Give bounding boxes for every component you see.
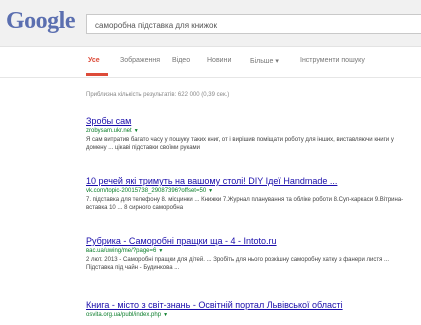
- caret-down-icon[interactable]: ▼: [134, 128, 139, 134]
- search-tabs: Усе Зображення Відео Новини Більше ▾ Інс…: [0, 47, 421, 78]
- search-result: Рубрика - Саморобні пращки ща - 4 - Into…: [86, 236, 416, 272]
- caret-down-icon[interactable]: ▼: [163, 312, 168, 318]
- result-url: osvita.org.ua/publ/index.php ▼: [86, 311, 416, 320]
- search-input[interactable]: [87, 16, 421, 35]
- result-snippet: Я сам витратив багато часу у пошуку таки…: [86, 137, 394, 151]
- search-result: Зробы сам zrobysam.ukr.net ▼ Я сам витрат…: [86, 116, 416, 152]
- result-url: вас.ua/uwing/me/?page=6 ▼: [86, 247, 416, 256]
- result-stats: Приблизна кількість результатів: 622 000…: [86, 92, 230, 98]
- result-url: zrobysam.ukr.net ▼: [86, 127, 416, 136]
- result-snippet: 2 лют. 2013 - Саморобні пращки для дітей…: [86, 257, 390, 271]
- tab-more[interactable]: Більше ▾: [250, 57, 279, 65]
- result-title-link[interactable]: 10 речей які тримуть на вашому столі! DI…: [86, 176, 416, 187]
- tab-video[interactable]: Відео: [172, 57, 190, 64]
- tab-all[interactable]: Усе: [88, 57, 100, 64]
- search-result: 10 речей які тримуть на вашому столі! DI…: [86, 176, 416, 212]
- search-box[interactable]: [86, 14, 421, 35]
- result-url-text: osvita.org.ua/publ/index.php: [86, 312, 162, 318]
- search-result: Книга - місто з світ-знань - Освітній по…: [86, 300, 416, 320]
- caret-down-icon[interactable]: ▼: [208, 188, 213, 194]
- result-url-text: вас.ua/uwing/me/?page=6: [86, 248, 157, 254]
- result-title-link[interactable]: Рубрика - Саморобні пращки ща - 4 - Into…: [86, 236, 416, 247]
- tab-search-tools[interactable]: Інструменти пошуку: [300, 57, 365, 64]
- result-url-text: zrobysam.ukr.net: [86, 128, 132, 134]
- result-title-link[interactable]: Зробы сам: [86, 116, 416, 127]
- top-bar: Google: [0, 0, 421, 47]
- caret-down-icon[interactable]: ▼: [158, 248, 163, 254]
- result-title-link[interactable]: Книга - місто з світ-знань - Освітній по…: [86, 300, 416, 311]
- result-url: vk.com/topic-20015738_29087396?offset=50…: [86, 187, 416, 196]
- tab-news[interactable]: Новини: [207, 57, 231, 64]
- google-logo[interactable]: Google: [6, 8, 76, 35]
- result-url-text: vk.com/topic-20015738_29087396?offset=50: [86, 188, 207, 194]
- active-tab-indicator: [86, 73, 108, 76]
- result-snippet: 7. підставка для телефону 8. місцинки ..…: [86, 197, 404, 211]
- tab-images[interactable]: Зображення: [120, 57, 160, 64]
